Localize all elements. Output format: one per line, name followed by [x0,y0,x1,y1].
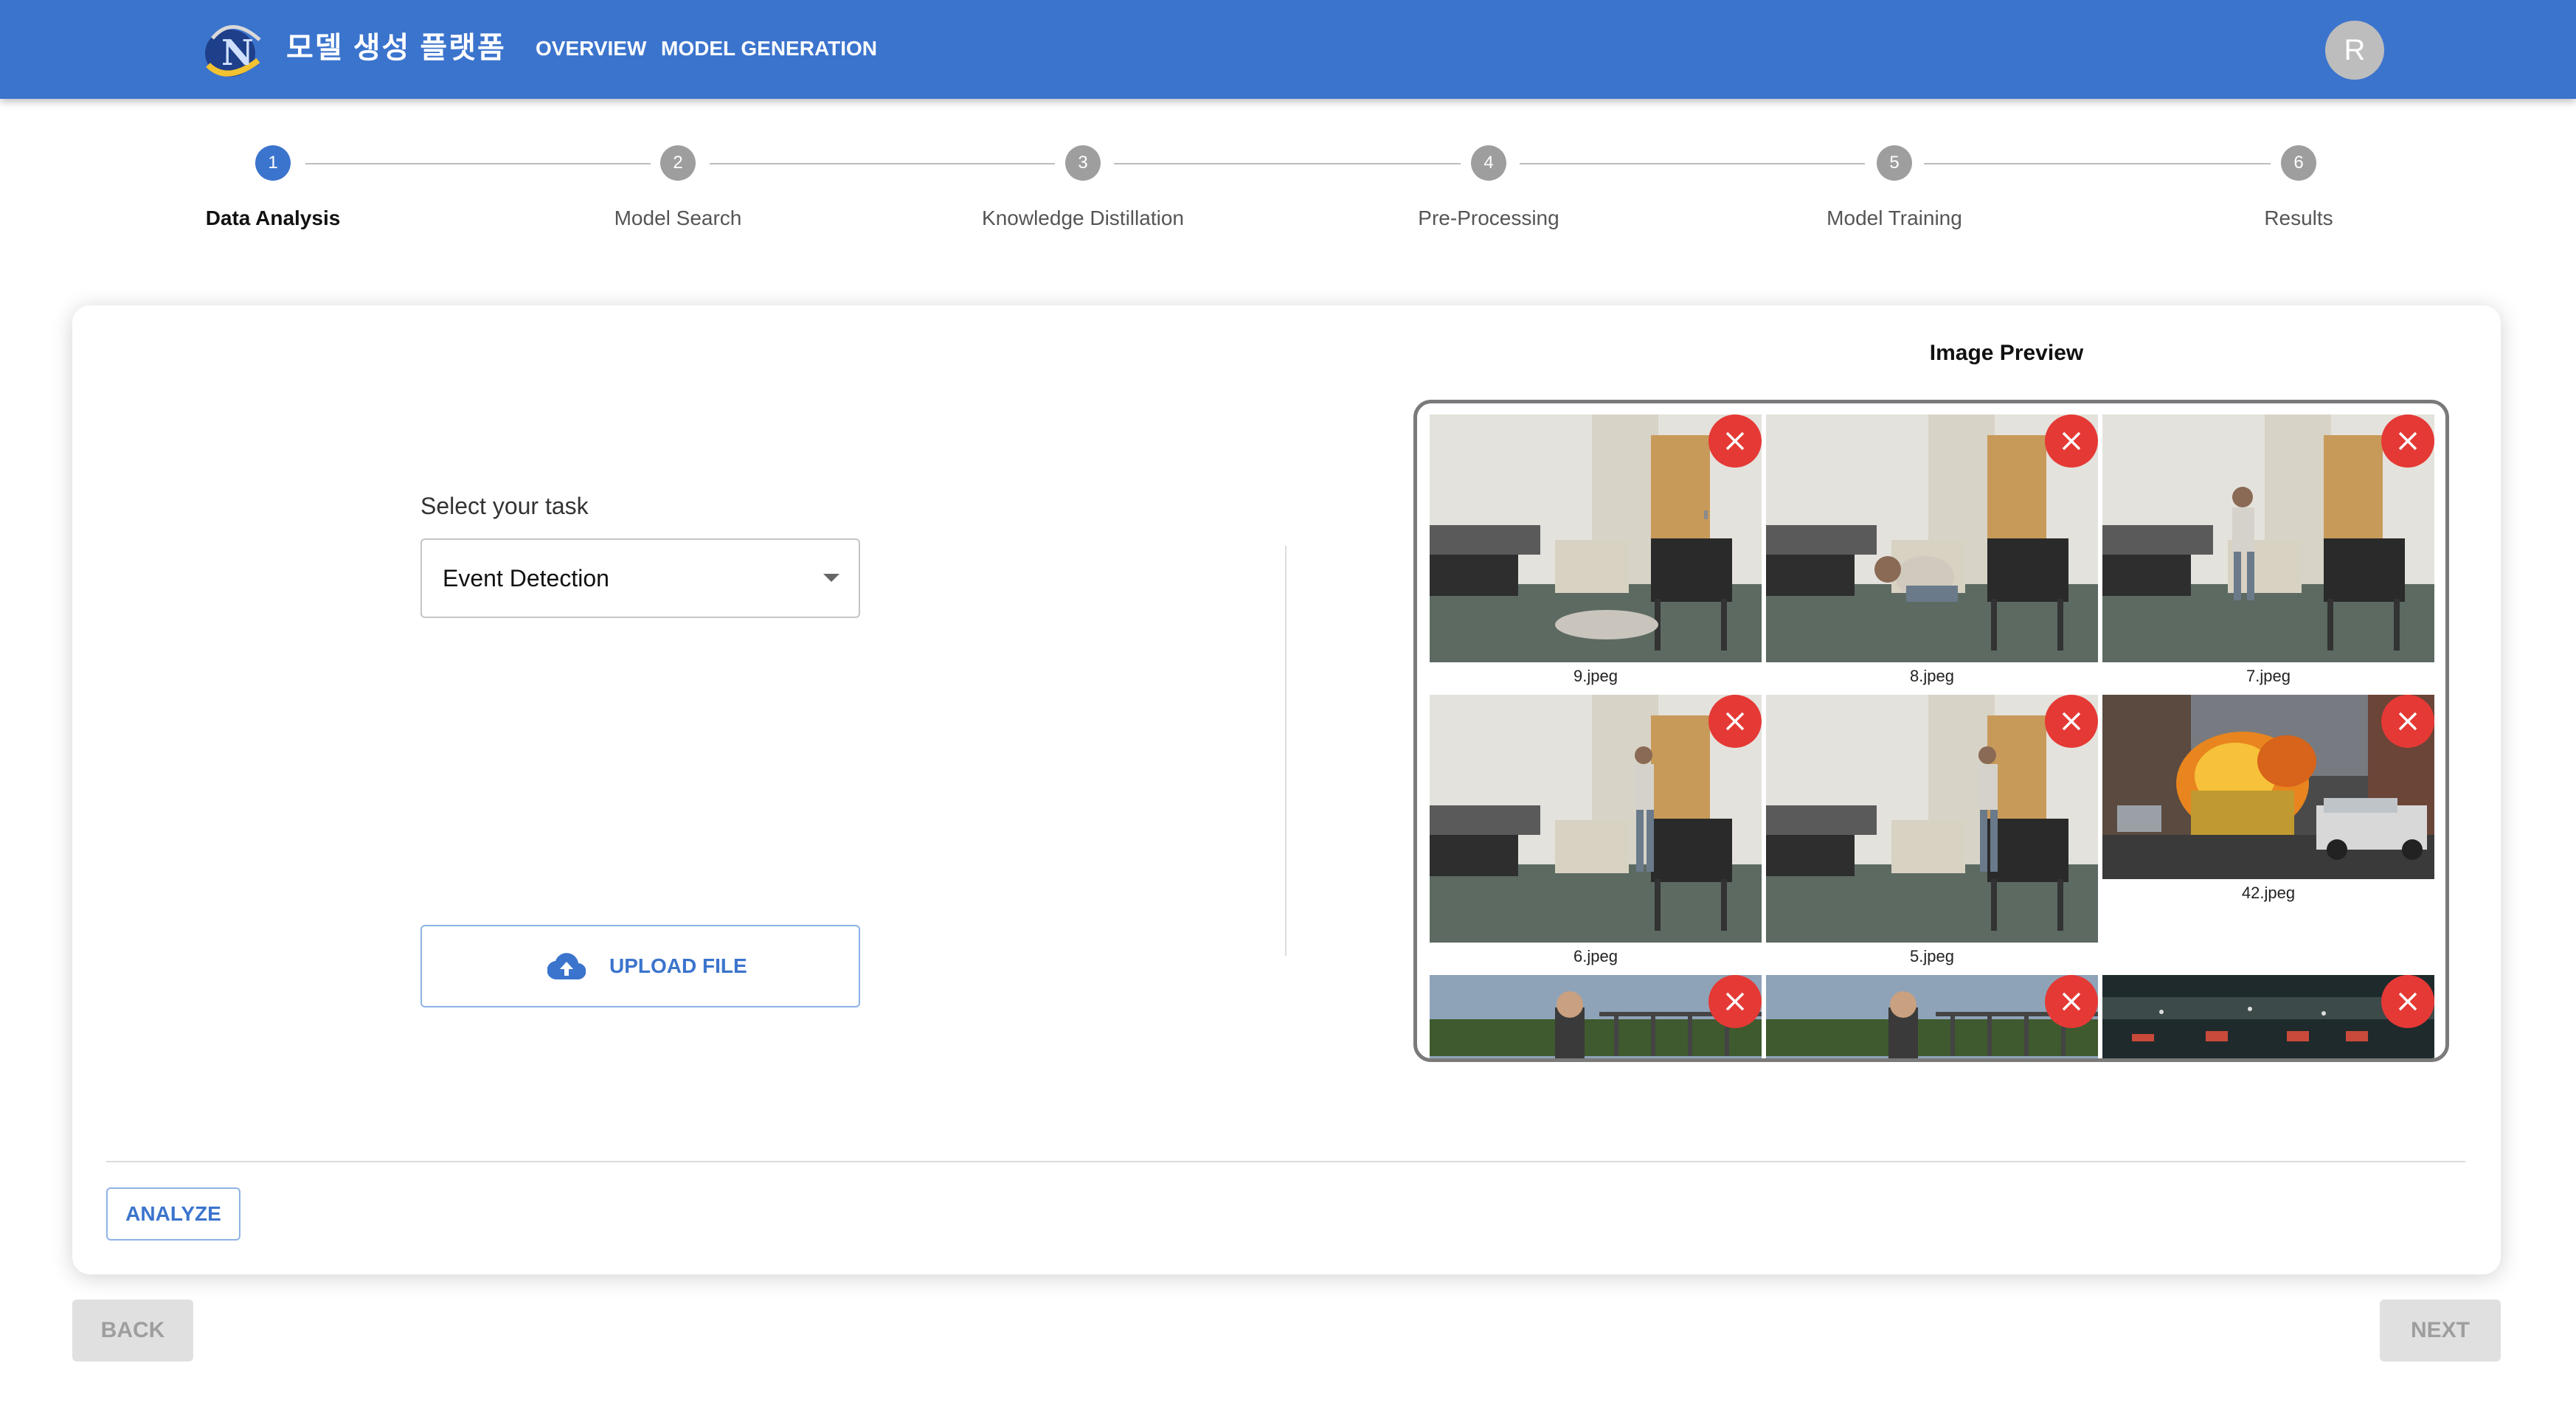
step-number: 2 [660,145,696,181]
step-number: 3 [1065,145,1101,181]
logo-icon[interactable]: N [198,16,266,83]
step-number: 4 [1471,145,1506,181]
image-filename: 42.jpeg [2241,884,2296,902]
stepper: 1 Data Analysis 2 Model Search 3 Knowled… [0,133,2576,251]
step-label: Model Training [1827,207,1962,229]
nav-model-generation[interactable]: MODEL GENERATION [661,30,877,68]
delete-image-button[interactable] [1708,975,1762,1028]
image-filename: 8.jpeg [1910,667,1954,685]
caret-down-icon [823,574,839,582]
upload-file-label: UPLOAD FILE [609,954,747,977]
close-icon [2398,712,2417,731]
close-icon [2062,431,2081,451]
step-label: Knowledge Distillation [982,207,1184,229]
close-icon [2062,992,2081,1011]
task-select[interactable]: Event Detection [420,538,860,618]
task-select-label: Select your task [420,493,589,519]
app-bar: N 모델 생성 플랫폼 OVERVIEW MODEL GENERATION R [0,0,2576,99]
step-connector [710,163,1055,164]
step-connector [1114,163,1461,164]
close-icon [2062,712,2081,731]
image-preview-title: Image Preview [1929,341,2084,365]
close-icon [2398,992,2417,1011]
delete-image-button[interactable] [2381,414,2434,468]
step-number: 5 [1877,145,1912,181]
step-label: Results [2264,207,2333,229]
step-number: 1 [255,145,291,181]
delete-image-button[interactable] [2045,695,2098,748]
user-avatar[interactable]: R [2325,21,2384,80]
delete-image-button[interactable] [2045,414,2098,468]
image-filename: 7.jpeg [2246,667,2291,685]
back-button[interactable]: BACK [72,1300,193,1361]
vertical-divider [1285,546,1287,956]
delete-image-button[interactable] [2045,975,2098,1028]
delete-image-button[interactable] [2381,695,2434,748]
data-analysis-card: Select your task Event Detection UPLOAD … [72,305,2501,1274]
close-icon [1725,712,1745,731]
nav-overview[interactable]: OVERVIEW [536,30,646,68]
close-icon [1725,992,1745,1011]
step-label: Model Search [614,207,742,229]
horizontal-divider [106,1161,2465,1162]
image-filename: 5.jpeg [1910,947,1954,965]
step-connector [1520,163,1865,164]
delete-image-button[interactable] [1708,695,1762,748]
delete-image-button[interactable] [2381,975,2434,1028]
analyze-button[interactable]: ANALYZE [106,1187,240,1241]
image-preview-grid[interactable]: 9.jpeg 8.jpeg 7.jpeg 6.jpeg 5.jpeg 42.jp… [1413,400,2449,1062]
svg-text:N: N [221,32,254,74]
task-select-value: Event Detection [443,565,609,591]
step-number: 6 [2281,145,2316,181]
step-label: Data Analysis [205,207,341,229]
image-filename: 6.jpeg [1573,947,1618,965]
step-label: Pre-Processing [1418,207,1559,229]
image-filename: 9.jpeg [1573,667,1618,685]
step-connector [305,163,651,164]
cloud-upload-icon [547,951,586,981]
delete-image-button[interactable] [1708,414,1762,468]
upload-file-button[interactable]: UPLOAD FILE [420,925,860,1007]
next-button[interactable]: NEXT [2380,1300,2501,1361]
close-icon [2398,431,2417,451]
close-icon [1725,431,1745,451]
step-connector [1924,163,2271,164]
app-title: 모델 생성 플랫폼 [286,32,506,64]
